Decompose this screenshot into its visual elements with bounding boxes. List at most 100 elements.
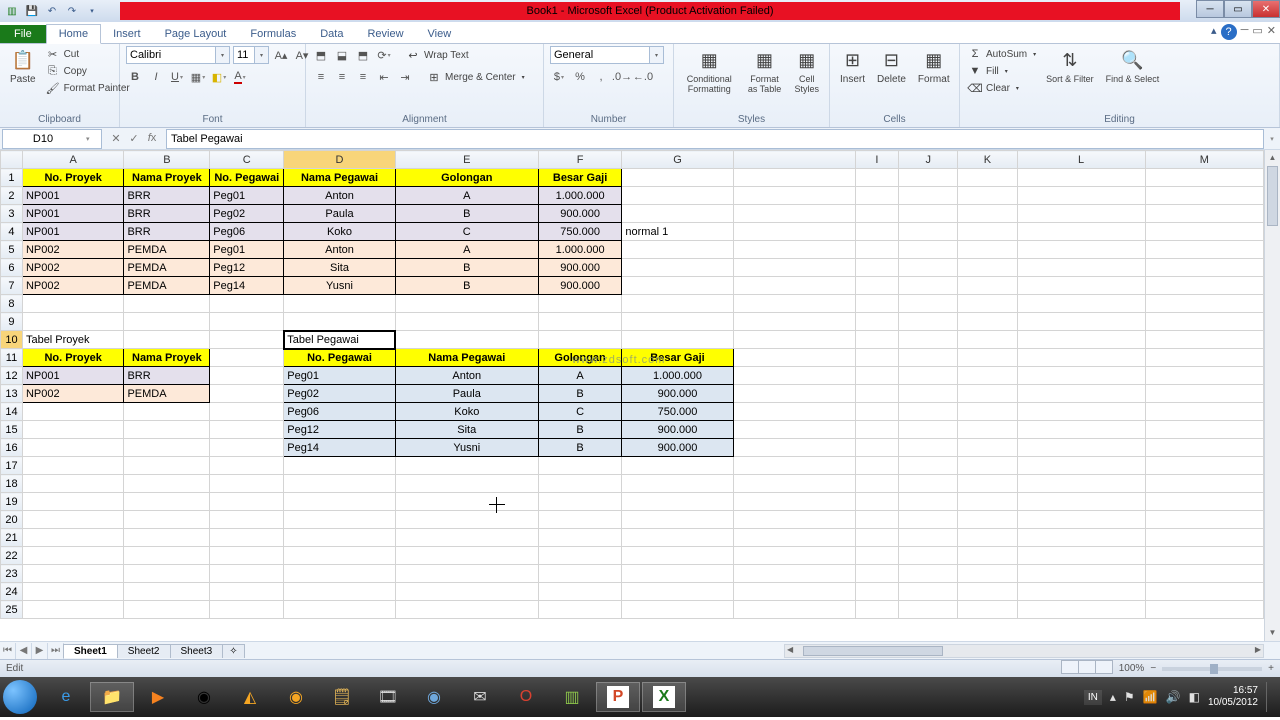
new-sheet-button[interactable]: ✧ bbox=[222, 644, 244, 658]
zoom-out-icon[interactable]: − bbox=[1150, 663, 1156, 674]
sheet-tab-3[interactable]: Sheet3 bbox=[170, 644, 224, 658]
cell[interactable] bbox=[733, 403, 855, 421]
col-A[interactable]: A bbox=[22, 151, 123, 169]
cut-button[interactable]: ✂Cut bbox=[44, 46, 132, 62]
copy-button[interactable]: ⎘Copy bbox=[44, 63, 132, 79]
cell[interactable]: PEMDA bbox=[124, 385, 210, 403]
cell[interactable] bbox=[124, 421, 210, 439]
cell[interactable]: NP002 bbox=[22, 259, 123, 277]
cell[interactable] bbox=[284, 493, 396, 511]
cell[interactable]: B bbox=[395, 277, 538, 295]
cell[interactable] bbox=[1145, 313, 1263, 331]
row-head-14[interactable]: 14 bbox=[1, 403, 23, 421]
cell[interactable] bbox=[210, 457, 284, 475]
cell[interactable] bbox=[538, 565, 622, 583]
format-painter-button[interactable]: 🖌Format Painter bbox=[44, 80, 132, 96]
cell[interactable]: Peg02 bbox=[210, 205, 284, 223]
cell[interactable] bbox=[899, 385, 958, 403]
row-head-25[interactable]: 25 bbox=[1, 601, 23, 619]
cell[interactable]: 1.000.000 bbox=[622, 367, 733, 385]
cell[interactable] bbox=[395, 547, 538, 565]
cell[interactable]: B bbox=[395, 259, 538, 277]
cell[interactable] bbox=[855, 583, 898, 601]
col-F[interactable]: F bbox=[538, 151, 622, 169]
cell[interactable] bbox=[733, 385, 855, 403]
cell[interactable] bbox=[1017, 583, 1145, 601]
cell[interactable]: BRR bbox=[124, 205, 210, 223]
cell[interactable] bbox=[622, 277, 733, 295]
cell[interactable]: 900.000 bbox=[622, 385, 733, 403]
cell[interactable] bbox=[899, 583, 958, 601]
cell[interactable] bbox=[395, 475, 538, 493]
row-head-17[interactable]: 17 bbox=[1, 457, 23, 475]
cell[interactable] bbox=[1145, 277, 1263, 295]
row-head-9[interactable]: 9 bbox=[1, 313, 23, 331]
col-C[interactable]: C bbox=[210, 151, 284, 169]
cell[interactable] bbox=[210, 493, 284, 511]
cell[interactable] bbox=[733, 583, 855, 601]
row-head-6[interactable]: 6 bbox=[1, 259, 23, 277]
cell[interactable] bbox=[210, 439, 284, 457]
cell[interactable] bbox=[1145, 601, 1263, 619]
cell[interactable] bbox=[22, 457, 123, 475]
col-L[interactable]: L bbox=[1017, 151, 1145, 169]
cell[interactable] bbox=[899, 223, 958, 241]
taskbar-app-opera[interactable]: O bbox=[504, 682, 548, 712]
sheet-tab-2[interactable]: Sheet2 bbox=[117, 644, 171, 658]
cell[interactable] bbox=[1017, 169, 1145, 187]
cell[interactable] bbox=[855, 295, 898, 313]
cell[interactable] bbox=[958, 223, 1017, 241]
cell[interactable]: normal 1 bbox=[622, 223, 733, 241]
minimize-ribbon-icon[interactable]: ▴ bbox=[1211, 24, 1217, 40]
cell[interactable] bbox=[1145, 169, 1263, 187]
cell[interactable] bbox=[733, 457, 855, 475]
cell[interactable] bbox=[958, 385, 1017, 403]
taskbar-app-ie[interactable]: e bbox=[44, 682, 88, 712]
view-buttons[interactable] bbox=[1062, 660, 1113, 677]
cell[interactable] bbox=[733, 421, 855, 439]
conditional-formatting-button[interactable]: ▦Conditional Formatting bbox=[680, 46, 739, 96]
cell[interactable]: 900.000 bbox=[622, 421, 733, 439]
wrap-text-button[interactable]: ↩Wrap Text bbox=[404, 47, 471, 63]
row-head-11[interactable]: 11 bbox=[1, 349, 23, 367]
show-desktop-button[interactable] bbox=[1266, 682, 1274, 712]
cell[interactable] bbox=[622, 583, 733, 601]
cell[interactable] bbox=[1017, 223, 1145, 241]
cell[interactable] bbox=[538, 295, 622, 313]
minimize-button[interactable]: ─ bbox=[1196, 0, 1224, 18]
col-B[interactable]: B bbox=[124, 151, 210, 169]
cell[interactable] bbox=[1017, 529, 1145, 547]
cell[interactable] bbox=[958, 403, 1017, 421]
cell[interactable]: 900.000 bbox=[538, 205, 622, 223]
cell[interactable] bbox=[899, 529, 958, 547]
cell[interactable] bbox=[1145, 349, 1263, 367]
cell[interactable]: Peg01 bbox=[210, 241, 284, 259]
cell[interactable] bbox=[1145, 367, 1263, 385]
cell[interactable] bbox=[284, 601, 396, 619]
cell[interactable] bbox=[622, 493, 733, 511]
col-J[interactable]: J bbox=[899, 151, 958, 169]
col-M[interactable]: M bbox=[1145, 151, 1263, 169]
decrease-decimal-icon[interactable]: ←.0 bbox=[634, 68, 652, 86]
cell[interactable] bbox=[22, 529, 123, 547]
cell[interactable] bbox=[622, 187, 733, 205]
cell[interactable]: B bbox=[538, 421, 622, 439]
cell[interactable] bbox=[622, 601, 733, 619]
taskbar-app-misc1[interactable]: ◉ bbox=[274, 682, 318, 712]
cell[interactable] bbox=[733, 187, 855, 205]
cell[interactable] bbox=[855, 565, 898, 583]
cell[interactable]: 900.000 bbox=[538, 259, 622, 277]
cell[interactable] bbox=[395, 565, 538, 583]
tray-volume-icon[interactable]: 🔊 bbox=[1166, 690, 1181, 704]
font-color-button[interactable]: A bbox=[231, 68, 249, 86]
cell[interactable] bbox=[1017, 295, 1145, 313]
cell[interactable] bbox=[1017, 475, 1145, 493]
cell[interactable]: Anton bbox=[395, 367, 538, 385]
cell[interactable] bbox=[958, 511, 1017, 529]
cell[interactable] bbox=[622, 331, 733, 349]
row-head-23[interactable]: 23 bbox=[1, 565, 23, 583]
row-head-7[interactable]: 7 bbox=[1, 277, 23, 295]
cell[interactable]: A bbox=[395, 187, 538, 205]
tab-home[interactable]: Home bbox=[46, 24, 101, 44]
cell[interactable] bbox=[622, 475, 733, 493]
